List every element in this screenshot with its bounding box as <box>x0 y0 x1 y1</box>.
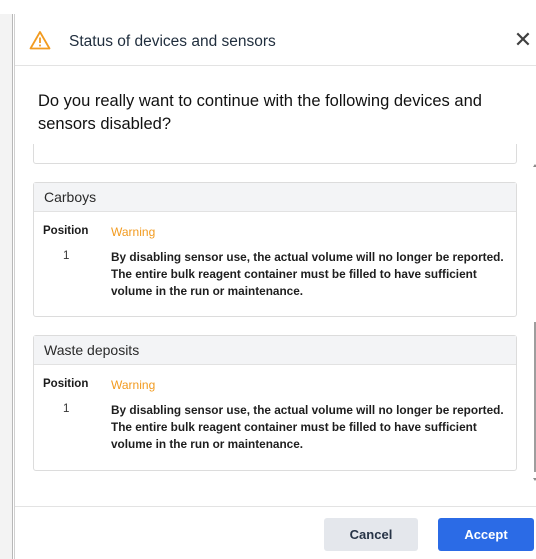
row-position: 1 <box>63 250 70 262</box>
cancel-button[interactable]: Cancel <box>324 518 418 551</box>
position-column-header: Position <box>43 378 89 390</box>
close-icon[interactable]: ✕ <box>513 28 533 52</box>
dialog-title: Status of devices and sensors <box>69 33 276 50</box>
window-frame-top <box>0 0 536 14</box>
section-title: Waste deposits <box>34 336 516 365</box>
section-title: Carboys <box>34 183 516 212</box>
row-warning-text: By disabling sensor use, the actual volu… <box>111 250 504 298</box>
accept-button[interactable]: Accept <box>438 518 534 551</box>
warning-column-header: Warning <box>111 378 156 392</box>
confirmation-question: Do you really want to continue with the … <box>38 92 482 133</box>
devices-list[interactable]: Carboys Position Warning 1 By disabling … <box>15 144 536 496</box>
status-dialog: Status of devices and sensors ✕ Do you r… <box>14 14 536 559</box>
dialog-footer: Cancel Accept <box>15 506 536 559</box>
table-row: 1 By disabling sensor use, the actual vo… <box>34 247 516 309</box>
dialog-header: Status of devices and sensors ✕ <box>15 14 536 66</box>
window-frame-left <box>0 0 13 559</box>
section-column-headers: Position Warning <box>34 378 516 400</box>
table-row: 1 By disabling sensor use, the actual vo… <box>34 400 516 462</box>
previous-section-card <box>33 144 517 164</box>
row-warning-text: By disabling sensor use, the actual volu… <box>111 403 504 451</box>
position-column-header: Position <box>43 225 89 237</box>
warning-triangle-icon <box>29 30 51 50</box>
section-column-headers: Position Warning <box>34 225 516 247</box>
section-card-waste-deposits: Waste deposits Position Warning 1 By dis… <box>33 335 517 471</box>
warning-column-header: Warning <box>111 225 156 239</box>
list-scrollbar[interactable] <box>532 144 536 496</box>
row-position: 1 <box>63 403 70 415</box>
section-card-carboys: Carboys Position Warning 1 By disabling … <box>33 182 517 317</box>
